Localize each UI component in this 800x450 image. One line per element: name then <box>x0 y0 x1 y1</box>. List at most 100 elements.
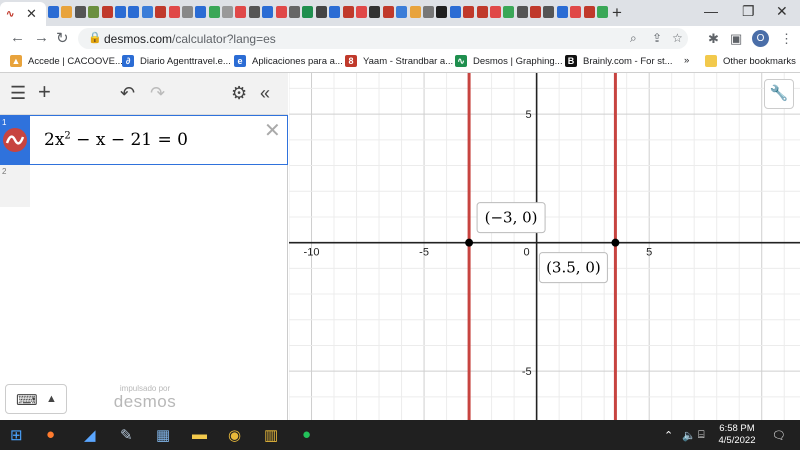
calculator-icon[interactable]: ▦ <box>156 426 170 444</box>
network-icon[interactable]: ⌸ <box>698 429 705 442</box>
undo-icon[interactable]: ↶ <box>120 83 135 104</box>
tab-favicon-icon[interactable] <box>409 6 421 18</box>
bookmark-aplicaciones[interactable]: e Aplicaciones para a... <box>234 55 343 67</box>
bookmark-yaam[interactable]: 8 Yaam - Strandbar a... <box>345 55 453 67</box>
tab-favicon-icon[interactable] <box>181 6 193 18</box>
tab-favicon-icon[interactable] <box>449 6 461 18</box>
chrome-icon[interactable]: ◉ <box>228 426 241 444</box>
tab-favicon-icon[interactable] <box>583 6 595 18</box>
tab-favicon-icon[interactable] <box>235 6 247 18</box>
hamburger-menu-icon[interactable]: ☰ <box>10 83 26 104</box>
tab-favicon-icon[interactable] <box>275 6 287 18</box>
tab-favicon-icon[interactable] <box>114 6 126 18</box>
url-text[interactable]: desmos.com/calculator?lang=es <box>104 32 276 46</box>
graph-canvas[interactable]: -10 -5 0 5 5 -5 (−3, 0) (3.5, 0) <box>288 73 800 420</box>
tab-favicon-icon[interactable] <box>208 6 220 18</box>
bookmark-cacoove[interactable]: ▲ Accede | CACOOVE... <box>10 55 123 67</box>
notifications-icon[interactable]: 🗨 <box>772 429 786 442</box>
tab-favicon-icon[interactable] <box>248 6 260 18</box>
forward-icon[interactable]: → <box>34 29 49 46</box>
tab-favicon-icon[interactable] <box>543 6 555 18</box>
add-item-icon[interactable]: + <box>38 79 51 105</box>
tab-favicon-icon[interactable] <box>355 6 367 18</box>
window-minimize-icon[interactable]: — <box>704 3 718 19</box>
expression-row[interactable]: 1 2x2 − x − 21 = 0 ✕ <box>0 115 288 165</box>
tab-favicon-icon[interactable] <box>570 6 582 18</box>
tab-favicon-icon[interactable] <box>262 6 274 18</box>
tab-favicon-icon[interactable] <box>61 6 73 18</box>
tab-favicon-icon[interactable] <box>128 6 140 18</box>
bookmark-agenttravel[interactable]: ∂ Diario Agenttravel.e... <box>122 55 231 67</box>
tab-favicon-icon[interactable] <box>530 6 542 18</box>
tab-favicon-icon[interactable] <box>88 6 100 18</box>
tab-favicon-icon[interactable] <box>556 6 568 18</box>
tab-favicon-icon[interactable] <box>289 6 301 18</box>
tab-favicon-icon[interactable] <box>516 6 528 18</box>
other-bookmarks-folder[interactable]: Other bookmarks <box>705 55 796 67</box>
tab-favicon-icon[interactable] <box>369 6 381 18</box>
tab-favicon-icon[interactable] <box>342 6 354 18</box>
tab-favicon-icon[interactable] <box>101 6 113 18</box>
lock-icon[interactable]: 🔒 <box>88 31 102 44</box>
menu-icon[interactable]: ⋮ <box>780 31 793 47</box>
graph-settings-wrench-icon[interactable]: 🔧 <box>764 79 794 109</box>
tab-favicon-icon[interactable] <box>436 6 448 18</box>
bookmark-star-icon[interactable]: ☆ <box>672 31 683 45</box>
tab-favicon-icon[interactable] <box>222 6 234 18</box>
tab-favicon-icon[interactable] <box>503 6 515 18</box>
show-hidden-icons-icon[interactable]: ⌃ <box>664 429 673 442</box>
tab-favicon-icon[interactable] <box>476 6 488 18</box>
tab-favicon-icon[interactable] <box>155 6 167 18</box>
tab-favicon-icon[interactable] <box>382 6 394 18</box>
more-bookmarks-button[interactable]: » <box>684 55 689 66</box>
upwork-icon[interactable]: ● <box>302 426 311 443</box>
windows-start-icon[interactable]: ⊞ <box>10 426 23 444</box>
address-bar[interactable]: 🔒 desmos.com/calculator?lang=es ⌕ ⇪ ☆ <box>78 28 688 49</box>
extensions-icon[interactable]: ✱ <box>708 31 719 47</box>
window-close-icon[interactable]: ✕ <box>776 3 788 20</box>
intercept-point[interactable] <box>465 238 474 247</box>
reload-icon[interactable]: ↻ <box>56 29 69 47</box>
firefox-icon[interactable]: ● <box>46 426 55 443</box>
expression-tag[interactable]: 1 <box>0 116 30 164</box>
back-icon[interactable]: ← <box>10 29 25 46</box>
share-icon[interactable]: ⇪ <box>652 31 662 45</box>
tab-favicon-icon[interactable] <box>396 6 408 18</box>
app-icon[interactable]: ◢ <box>84 426 96 444</box>
bookmark-brainly[interactable]: B Brainly.com - For st... <box>565 55 673 67</box>
redo-icon[interactable]: ↷ <box>150 83 165 104</box>
window-restore-icon[interactable]: ❐ <box>742 3 755 20</box>
keypad-toggle-button[interactable]: ⌨ ▲ <box>5 384 67 414</box>
tab-favicon-icon[interactable] <box>489 6 501 18</box>
tab-favicon-icon[interactable] <box>48 6 59 18</box>
settings-gear-icon[interactable]: ⚙ <box>231 83 247 104</box>
tab-favicon-icon[interactable] <box>141 6 153 18</box>
file-explorer-icon[interactable]: ▬ <box>192 426 207 443</box>
sidebar-icon[interactable]: ▣ <box>730 31 742 47</box>
close-tab-icon[interactable]: ✕ <box>26 6 37 22</box>
expression-input[interactable]: 2x2 − x − 21 = 0 <box>44 130 188 150</box>
active-tab[interactable]: ∿ ✕ <box>0 2 46 26</box>
bookmark-desmos[interactable]: ∿ Desmos | Graphing... <box>455 55 563 67</box>
collapse-panel-icon[interactable]: « <box>260 83 270 104</box>
speaker-icon[interactable]: 🔈 <box>682 429 696 442</box>
tab-favicon-icon[interactable] <box>329 6 341 18</box>
tab-favicon-icon[interactable] <box>315 6 327 18</box>
profile-avatar[interactable]: O <box>752 30 769 47</box>
new-tab-icon[interactable]: + <box>612 3 622 23</box>
tab-favicon-icon[interactable] <box>74 6 86 18</box>
powered-by-desmos[interactable]: impulsado por desmos <box>110 384 180 411</box>
tab-favicon-icon[interactable] <box>422 6 434 18</box>
zoom-icon[interactable]: ⌕ <box>630 31 637 46</box>
graph-paper[interactable]: -10 -5 0 5 5 -5 (−3, 0) (3.5, 0) <box>288 73 800 420</box>
tab-favicon-icon[interactable] <box>168 6 180 18</box>
intercept-point[interactable] <box>611 238 620 247</box>
delete-expression-icon[interactable]: ✕ <box>264 118 281 143</box>
paint-icon[interactable]: ✎ <box>120 426 133 444</box>
tab-favicon-icon[interactable] <box>463 6 475 18</box>
tab-favicon-icon[interactable] <box>195 6 207 18</box>
library-icon[interactable]: ▥ <box>264 426 278 444</box>
tab-favicon-icon[interactable] <box>302 6 314 18</box>
graph-color-toggle-icon[interactable] <box>3 128 27 152</box>
taskbar-clock[interactable]: 6:58 PM 4/5/2022 <box>716 423 758 447</box>
